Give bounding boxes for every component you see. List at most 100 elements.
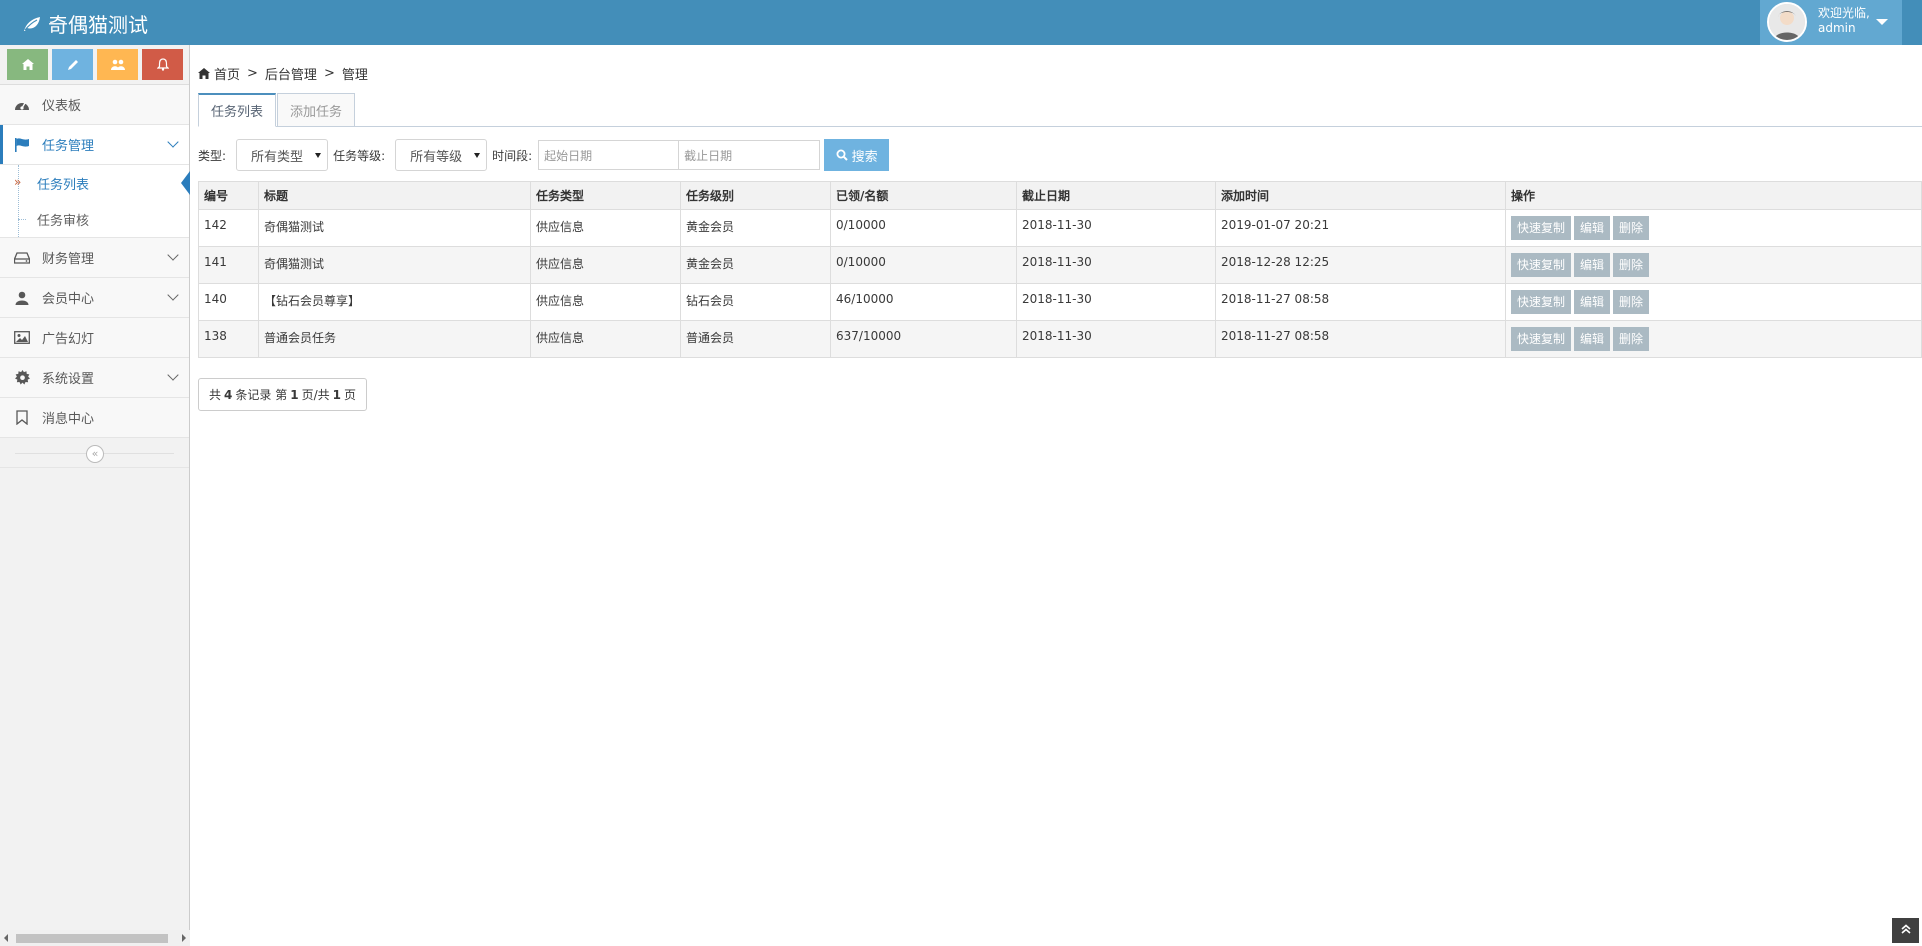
scroll-left-arrow-icon[interactable] [4, 934, 8, 942]
cell-quota: 0/10000 [830, 246, 1017, 284]
table-row: 138 普通会员任务 供应信息 普通会员 637/10000 2018-11-30 2018… [198, 320, 1922, 358]
cell-added: 2018-12-28 12:25 [1215, 246, 1506, 284]
cell-level: 黄金会员 [680, 246, 831, 284]
sidebar-item-label: 仪表板 [42, 99, 82, 114]
table-row: 140 【钻石会员尊享】 供应信息 钻石会员 46/10000 2018-11-30 201… [198, 283, 1922, 321]
shortcut-home-button[interactable] [7, 49, 48, 80]
search-icon [836, 149, 848, 161]
sidebar-item-messages[interactable]: 消息中心 [0, 398, 189, 438]
delete-button[interactable]: 删除 [1613, 216, 1650, 240]
sidebar-item-finance[interactable]: 财务管理 [0, 238, 189, 278]
tab-add-task[interactable]: 添加任务 [277, 93, 356, 127]
end-date-input[interactable]: 截止日期 [679, 140, 821, 170]
pencil-icon [67, 59, 78, 70]
double-chevron-right-icon: » [14, 175, 22, 189]
col-deadline: 截止日期 [1016, 181, 1216, 210]
tree-dash [18, 219, 26, 220]
caret-down-icon [1876, 19, 1888, 25]
cell-level: 钻石会员 [680, 283, 831, 321]
cell-quota: 0/10000 [830, 209, 1017, 247]
scrollbar-thumb[interactable] [16, 934, 168, 943]
sidebar-collapse-row: « [0, 438, 189, 468]
sidebar-item-label: 财务管理 [42, 252, 95, 267]
cell-title: 普通会员任务 [258, 320, 531, 358]
app-brand[interactable]: 奇偶猫测试 [22, 9, 148, 38]
collapse-sidebar-button[interactable]: « [86, 445, 104, 463]
sidebar-horizontal-scrollbar[interactable] [0, 930, 190, 946]
edit-button[interactable]: 编辑 [1574, 216, 1611, 240]
sidebar-subitem-task-review[interactable]: 任务审核 [0, 201, 189, 237]
drive-icon [12, 251, 32, 264]
cell-actions: 快速复制 编辑 删除 [1505, 283, 1922, 321]
chevron-down-icon [167, 289, 179, 301]
quick-copy-button[interactable]: 快速复制 [1511, 327, 1572, 351]
cell-added: 2018-11-27 08:58 [1215, 320, 1506, 358]
col-added: 添加时间 [1215, 181, 1506, 210]
user-menu[interactable]: 欢迎光临, admin [1760, 0, 1902, 45]
level-label: 任务等级: [333, 148, 386, 163]
group-icon [110, 59, 125, 70]
greeting-text: 欢迎光临, [1818, 6, 1870, 20]
chevron-down-icon [167, 136, 179, 148]
pager-suffix: 页 [343, 388, 356, 402]
cell-title: 奇偶猫测试 [258, 246, 531, 284]
quick-copy-button[interactable]: 快速复制 [1511, 253, 1572, 277]
active-marker [181, 171, 190, 195]
cell-actions: 快速复制 编辑 删除 [1505, 246, 1922, 284]
start-date-input[interactable]: 起始日期 [538, 140, 680, 170]
type-select[interactable]: 所有类型 [236, 139, 329, 171]
pager-mid2: 页/共 [301, 388, 330, 402]
edit-button[interactable]: 编辑 [1574, 327, 1611, 351]
tab-task-list[interactable]: 任务列表 [198, 93, 277, 127]
breadcrumb-admin[interactable]: 后台管理 [265, 64, 317, 83]
chevron-down-icon [167, 369, 179, 381]
delete-button[interactable]: 删除 [1613, 253, 1650, 277]
caret-down-icon [315, 153, 322, 158]
sidebar-shortcuts [0, 45, 189, 85]
breadcrumb-current: 管理 [341, 68, 368, 83]
app-title: 奇偶猫测试 [48, 13, 148, 37]
shortcut-edit-button[interactable] [52, 49, 93, 80]
scroll-right-arrow-icon[interactable] [182, 934, 186, 942]
shortcut-notify-button[interactable] [142, 49, 183, 80]
col-title: 标题 [258, 181, 531, 210]
breadcrumb-home[interactable]: 首页 [214, 64, 240, 83]
user-icon [12, 291, 32, 305]
pager-prefix: 共 [209, 388, 222, 402]
sidebar-item-settings[interactable]: 系统设置 [0, 358, 189, 398]
sidebar-item-dashboard[interactable]: 仪表板 [0, 85, 189, 125]
cell-title: 【钻石会员尊享】 [258, 283, 531, 321]
quick-copy-button[interactable]: 快速复制 [1511, 216, 1572, 240]
delete-button[interactable]: 删除 [1613, 327, 1650, 351]
sidebar-item-label: 任务管理 [42, 139, 95, 154]
search-button[interactable]: 搜索 [824, 139, 890, 171]
cell-id: 140 [198, 283, 259, 321]
filter-bar: 类型: 所有类型 任务等级: 所有等级 时间段: 起始日期 截止日期 搜索 [198, 139, 890, 171]
cell-id: 141 [198, 246, 259, 284]
avatar [1767, 2, 1807, 42]
col-type: 任务类型 [530, 181, 681, 210]
sidebar-item-label: 消息中心 [42, 412, 95, 427]
picture-icon [12, 331, 32, 344]
quick-copy-button[interactable]: 快速复制 [1511, 290, 1572, 314]
type-select-value: 所有类型 [251, 149, 304, 165]
search-button-label: 搜索 [851, 149, 878, 165]
delete-button[interactable]: 删除 [1613, 290, 1650, 314]
cell-level: 普通会员 [680, 320, 831, 358]
period-label: 时间段: [492, 148, 533, 163]
breadcrumb-separator: > [247, 66, 258, 81]
cell-actions: 快速复制 编辑 删除 [1505, 209, 1922, 247]
sidebar-subitem-task-list[interactable]: » 任务列表 [0, 165, 190, 201]
cell-type: 供应信息 [530, 246, 681, 284]
sidebar-item-ads[interactable]: 广告幻灯 [0, 318, 189, 358]
shortcut-users-button[interactable] [97, 49, 138, 80]
sidebar-item-task-management[interactable]: 任务管理 [0, 125, 189, 165]
edit-button[interactable]: 编辑 [1574, 290, 1611, 314]
level-select[interactable]: 所有等级 [395, 139, 488, 171]
edit-button[interactable]: 编辑 [1574, 253, 1611, 277]
breadcrumb: 首页 > 后台管理 > 管理 [198, 64, 368, 83]
sidebar-item-members[interactable]: 会员中心 [0, 278, 189, 318]
pager-mid: 条记录 第 [235, 388, 288, 402]
scroll-to-top-button[interactable] [1892, 918, 1919, 943]
cell-level: 黄金会员 [680, 209, 831, 247]
